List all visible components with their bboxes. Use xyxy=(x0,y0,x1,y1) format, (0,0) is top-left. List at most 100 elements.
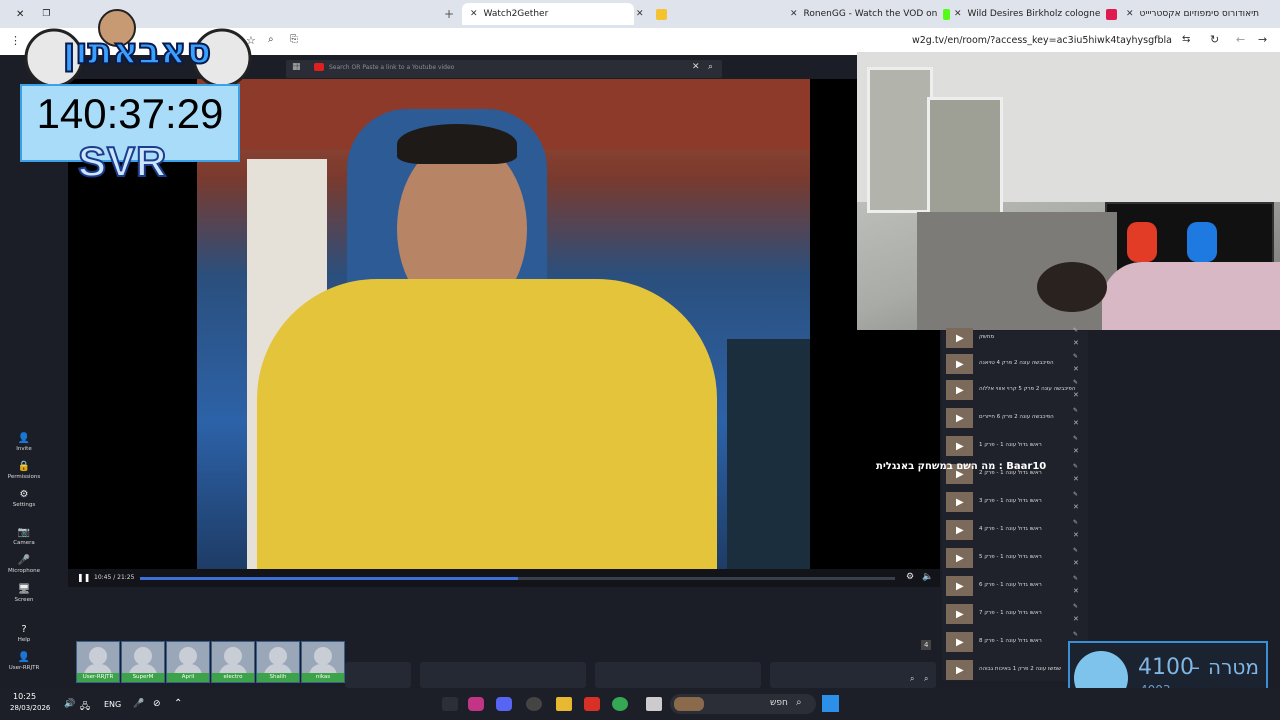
remove-icon[interactable]: ✕ xyxy=(1073,559,1079,567)
tab-1[interactable]: ✕ תיאודורוס סימפוזיום אקסטריייט xyxy=(1120,3,1280,25)
webcam-tile[interactable]: Shalih xyxy=(256,641,300,683)
sidebar-item-settings[interactable]: ⚙ Settings xyxy=(0,489,48,508)
playlist-item[interactable]: ▶ ראשו גדול עונה 1 - פרק 3 ✎ ✕ xyxy=(942,489,1088,515)
zoom-in-icon[interactable]: ⌕ xyxy=(910,674,914,684)
chevron-up-icon[interactable]: ⌃ xyxy=(174,698,182,709)
edit-icon[interactable]: ✎ xyxy=(1073,327,1078,334)
webcam-tile[interactable]: April xyxy=(166,641,210,683)
zoom-icon[interactable]: ⌕ xyxy=(268,34,274,45)
install-app-icon[interactable]: ⎘ xyxy=(290,34,298,45)
remove-icon[interactable]: ✕ xyxy=(1073,615,1079,623)
playlist-item[interactable]: ▶ מחשק ✎ ✕ xyxy=(942,325,1088,351)
media-player-icon[interactable] xyxy=(526,697,542,711)
url-field[interactable]: w2g.tv/en/room/?access_key=ac3iu5hiwk4ta… xyxy=(912,35,1172,46)
settings-icon[interactable]: ⚙ xyxy=(906,572,914,582)
progress-bar[interactable] xyxy=(140,577,895,580)
tab-3[interactable]: ✕ RonenGG - Watch the VOD on xyxy=(784,3,950,25)
search-icon[interactable]: ⌕ xyxy=(708,62,713,72)
favicon-icon xyxy=(1106,8,1118,20)
playlist-item[interactable]: ▶ ראשו גדול עונה 1 - פרק 5 ✎ ✕ xyxy=(942,545,1088,571)
avatar xyxy=(269,647,287,665)
back-icon[interactable]: → xyxy=(1258,33,1267,46)
edit-icon[interactable]: ✎ xyxy=(1073,353,1078,360)
volume-icon[interactable]: 🔈 xyxy=(922,572,933,582)
sidebar-item-microphone[interactable]: 🎤 Microphone xyxy=(0,555,48,574)
tab-2[interactable]: ✕ Wild Desires Birkholz cologne xyxy=(948,3,1120,25)
language-indicator[interactable]: ENG xyxy=(104,700,121,709)
video-search-input[interactable]: Search OR Paste a link to a Youtube vide… xyxy=(329,64,454,71)
wifi-off-icon[interactable]: ⊘ xyxy=(153,699,161,709)
playlist-item[interactable]: ▶ הפיכבשה עונה 2 פרק 6 חייזרים ✎ ✕ xyxy=(942,405,1088,431)
remove-icon[interactable]: ✕ xyxy=(1073,391,1079,399)
folder-icon[interactable] xyxy=(556,697,572,711)
edit-icon[interactable]: ✎ xyxy=(1073,519,1078,526)
task-view-icon[interactable] xyxy=(646,697,662,711)
close-icon[interactable]: ✕ xyxy=(636,9,644,19)
edit-icon[interactable]: ✎ xyxy=(1073,435,1078,442)
sidebar-item-screen[interactable]: 🖥 Screen xyxy=(0,584,48,603)
new-tab-button[interactable]: + xyxy=(444,3,458,25)
edit-icon[interactable]: ✎ xyxy=(1073,631,1078,638)
menu-icon[interactable]: ⋮ xyxy=(10,34,21,47)
remove-icon[interactable]: ✕ xyxy=(1073,447,1079,455)
edit-icon[interactable]: ✎ xyxy=(1073,575,1078,582)
edit-icon[interactable]: ✎ xyxy=(1073,603,1078,610)
chrome-icon[interactable] xyxy=(612,697,628,711)
windows-start-icon[interactable] xyxy=(822,695,839,712)
playlist-item[interactable]: ▶ ראשו גדול עונה 1 - פרק 6 ✎ ✕ xyxy=(942,573,1088,599)
webcam-tile[interactable]: User-RRJTR xyxy=(76,641,120,683)
sidebar-item-permissions[interactable]: 🔒 Permissions xyxy=(0,461,48,480)
edit-icon[interactable]: ✎ xyxy=(1073,407,1078,414)
edit-icon[interactable]: ✎ xyxy=(1073,491,1078,498)
panel-card[interactable] xyxy=(345,662,411,688)
sidebar-item-help[interactable]: ? Help xyxy=(0,624,48,643)
close-icon[interactable]: ✕ xyxy=(1126,9,1134,19)
remove-icon[interactable]: ✕ xyxy=(1073,503,1079,511)
playlist-item[interactable]: ▶ראשו גדול עונה 1 - פרק 8✎✕ xyxy=(942,629,1088,655)
remove-icon[interactable]: ✕ xyxy=(1073,419,1079,427)
webcam-tile[interactable]: SuperM xyxy=(121,641,165,683)
clear-icon[interactable]: ✕ xyxy=(692,62,700,72)
app-icon[interactable] xyxy=(584,697,600,711)
remove-icon[interactable]: ✕ xyxy=(1073,587,1079,595)
network-icon[interactable]: 🖧 xyxy=(80,699,90,715)
edit-icon[interactable]: ✎ xyxy=(1073,379,1078,386)
search-box[interactable]: חפש ⌕ xyxy=(670,694,816,714)
webcam-tile[interactable]: nikas xyxy=(301,641,345,683)
remove-icon[interactable]: ✕ xyxy=(1073,475,1079,483)
sidebar-item-user[interactable]: 👤 User-RRJTR xyxy=(0,652,48,671)
panel-card[interactable] xyxy=(420,662,586,688)
sidebar-item-invite[interactable]: 👤 Invite xyxy=(0,433,48,452)
close-icon[interactable]: ✕ xyxy=(790,9,798,19)
instagram-icon[interactable] xyxy=(468,697,484,711)
remove-icon[interactable]: ✕ xyxy=(1073,365,1079,373)
microphone-tray-icon[interactable]: 🎤 xyxy=(133,699,144,709)
remove-icon[interactable]: ✕ xyxy=(1073,531,1079,539)
edit-icon[interactable]: ✎ xyxy=(1073,463,1078,470)
close-icon[interactable]: ✕ xyxy=(954,9,962,19)
app-icon[interactable] xyxy=(442,697,458,711)
tab-4[interactable]: ✕ xyxy=(630,3,786,25)
grid-icon[interactable]: ▦ xyxy=(292,62,301,72)
playlist-item[interactable]: ▶ הפיכבשה עונה 2 פרק 5 קרוי אוווי אללוה ✎ ✕ xyxy=(942,377,1088,403)
plus-icon: + xyxy=(444,7,455,21)
edit-icon[interactable]: ✎ xyxy=(1073,547,1078,554)
site-settings-icon[interactable]: ⇆ xyxy=(1182,34,1190,45)
sidebar-item-camera[interactable]: 📷 Camera xyxy=(0,527,48,546)
forward-icon[interactable]: ← xyxy=(1236,33,1245,46)
playlist-item[interactable]: ▶ הפיכבשה עונה 2 פרק 4 טויאנה ✎ ✕ xyxy=(942,351,1088,377)
remove-icon[interactable]: ✕ xyxy=(1073,339,1079,347)
tab-watch2gether[interactable]: ✕ Watch2Gether xyxy=(462,3,634,25)
playlist-item[interactable]: ▶ ראשו גדול עונה 1 - פרק 7 ✎ ✕ xyxy=(942,601,1088,627)
panel-card[interactable] xyxy=(595,662,761,688)
pause-icon[interactable]: ❚❚ xyxy=(77,573,90,582)
close-icon[interactable]: ✕ xyxy=(470,9,478,19)
playlist-item[interactable]: ▶ ראשו גדול עונה 1 - פרק 4 ✎ ✕ xyxy=(942,517,1088,543)
playlist-item[interactable]: ▶ ראשו גדול עונה 1 - פרק 1 ✎ ✕ xyxy=(942,433,1088,459)
reload-icon[interactable]: ↻ xyxy=(1210,33,1219,46)
discord-icon[interactable] xyxy=(496,697,512,711)
playlist-item[interactable]: ▶שמשו עונה 2 פרק 1 באיכות גבוהה✎✕ xyxy=(942,657,1088,683)
speaker-icon[interactable]: 🔊 xyxy=(64,699,75,709)
webcam-tile[interactable]: electro xyxy=(211,641,255,683)
zoom-out-icon[interactable]: ⌕ xyxy=(924,674,928,684)
